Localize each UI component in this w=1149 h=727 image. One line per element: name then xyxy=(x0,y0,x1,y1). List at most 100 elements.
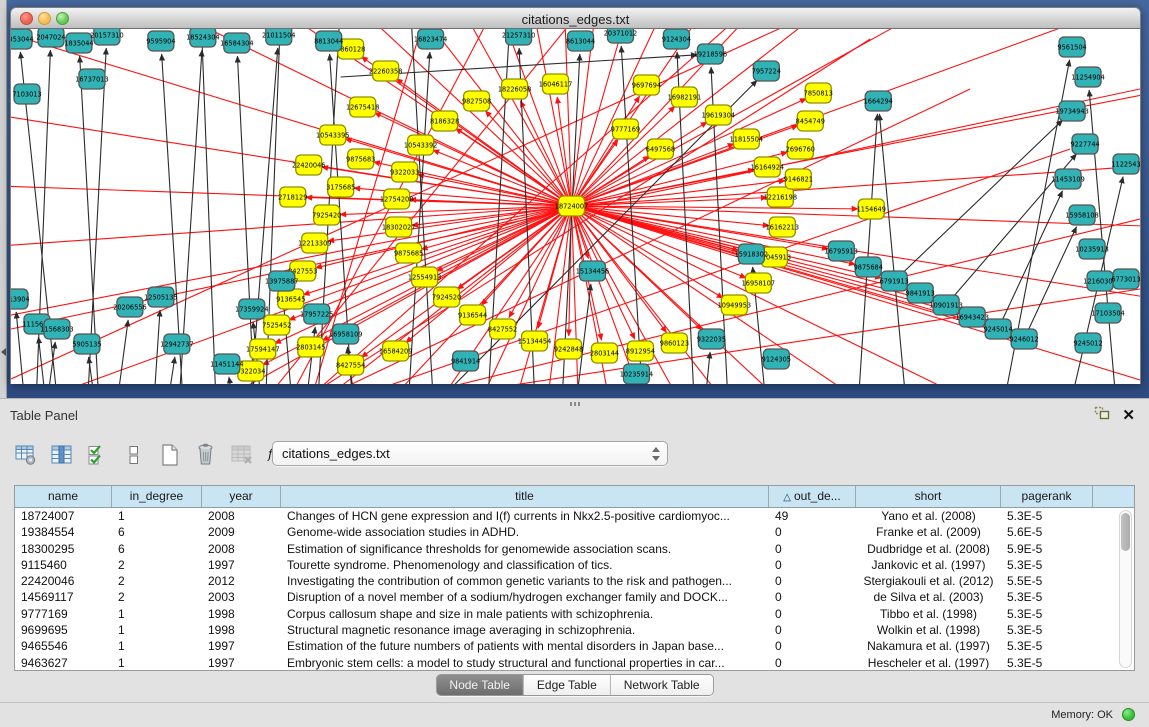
graph-node[interactable]: 9245012 xyxy=(1073,333,1102,353)
graph-node[interactable]: 2803145 xyxy=(296,337,325,357)
graph-node[interactable]: 12675418 xyxy=(346,97,379,117)
graph-node[interactable]: 2047024 xyxy=(36,29,65,47)
graph-node[interactable]: 20157310 xyxy=(90,29,123,45)
graph-node[interactable]: 16823474 xyxy=(414,29,447,49)
graph-node[interactable]: 16982191 xyxy=(668,87,701,107)
graph-node[interactable]: 9322033 xyxy=(390,162,419,182)
graph-node[interactable]: 7525452 xyxy=(262,315,291,335)
graph-node[interactable]: 8186328 xyxy=(430,111,459,131)
graph-node[interactable]: 2718129 xyxy=(278,187,307,207)
graph-node[interactable]: 16958109 xyxy=(329,324,362,344)
graph-node[interactable]: 9124305 xyxy=(762,349,791,369)
table-row[interactable]: 911546021997Tourette syndrome. Phenomeno… xyxy=(15,557,1134,573)
table-row[interactable]: 2242004622012Investigating the contribut… xyxy=(15,573,1134,589)
graph-node[interactable]: 19218596 xyxy=(694,44,727,64)
panel-resize-grip[interactable] xyxy=(570,402,580,406)
column-header-short[interactable]: short xyxy=(856,486,1001,507)
graph-node[interactable]: 21011504 xyxy=(262,29,295,45)
delete-column-icon[interactable] xyxy=(194,443,218,467)
graph-node[interactable]: 9136545 xyxy=(276,289,305,309)
graph-node[interactable]: 8427554 xyxy=(336,355,365,375)
graph-node[interactable]: 21257310 xyxy=(502,29,535,45)
show-column-icon[interactable] xyxy=(50,443,74,467)
graph-node[interactable]: 9146821 xyxy=(784,169,813,189)
graph-node[interactable]: 9697694 xyxy=(632,75,661,95)
graph-node[interactable]: 15918302 xyxy=(735,244,768,264)
graph-node[interactable]: 22420046 xyxy=(292,155,325,175)
graph-node[interactable]: 15134454 xyxy=(518,331,551,351)
graph-node[interactable]: 7925420 xyxy=(312,205,341,225)
graph-node[interactable]: 12554913 xyxy=(408,267,441,287)
table-row[interactable]: 977716911998Corpus callosum shape and si… xyxy=(15,606,1134,622)
graph-node[interactable]: 8613044 xyxy=(566,31,595,51)
table-row[interactable]: 946554611997Estimation of the future num… xyxy=(15,638,1134,654)
graph-node[interactable]: 13975887 xyxy=(265,271,298,291)
column-header-name[interactable]: name xyxy=(15,486,112,507)
clear-selection-icon[interactable] xyxy=(122,443,146,467)
close-panel-icon[interactable]: ✕ xyxy=(1122,409,1135,423)
delete-table-icon[interactable] xyxy=(230,443,254,467)
graph-node[interactable]: 10235913 xyxy=(1075,239,1108,259)
graph-node[interactable]: 22260358 xyxy=(369,61,402,81)
graph-node[interactable]: 11451144 xyxy=(210,354,243,374)
graph-node[interactable]: 9595904 xyxy=(146,31,175,51)
graph-node[interactable]: 6773013 xyxy=(1111,269,1140,289)
column-header-pagerank[interactable]: pagerank xyxy=(1001,486,1093,507)
graph-node[interactable]: 8813044 xyxy=(314,31,343,51)
new-table-icon[interactable] xyxy=(158,443,182,467)
graph-node[interactable]: 20371012 xyxy=(604,29,637,43)
graph-node[interactable]: 16737013 xyxy=(75,69,108,89)
tab-network-table[interactable]: Network Table xyxy=(611,675,713,695)
table-row[interactable]: 1830029562008Estimation of significance … xyxy=(15,541,1134,557)
graph-node[interactable]: 16584304 xyxy=(220,33,253,53)
graph-node[interactable]: 9875683 xyxy=(346,149,375,169)
graph-node[interactable]: 9777169 xyxy=(611,119,640,139)
graph-node[interactable]: 16162213 xyxy=(766,217,799,237)
graph-node[interactable]: 16943423 xyxy=(955,307,988,327)
graph-node[interactable]: 7924520 xyxy=(432,287,461,307)
tab-edge-table[interactable]: Edge Table xyxy=(524,675,611,695)
graph-node[interactable]: 9841914 xyxy=(451,351,480,371)
network-window-titlebar[interactable]: citations_edges.txt xyxy=(10,7,1141,29)
graph-node[interactable]: 9561504 xyxy=(1057,37,1086,57)
float-panel-icon[interactable] xyxy=(1094,406,1110,425)
graph-node[interactable]: 11254904 xyxy=(1071,67,1104,87)
scrollbar-thumb[interactable] xyxy=(1121,513,1130,551)
network-view-canvas[interactable]: 1604611718226058982750881863281054339293… xyxy=(10,29,1141,384)
graph-node[interactable]: 7957224 xyxy=(752,61,781,81)
graph-node[interactable]: 12213309 xyxy=(298,233,331,253)
table-row[interactable]: 1872400712008Changes of HCN gene express… xyxy=(15,508,1134,524)
table-row[interactable]: 1938455462009Genome-wide association stu… xyxy=(15,524,1134,540)
table-vertical-scrollbar[interactable] xyxy=(1119,510,1132,668)
graph-node[interactable]: 9841913 xyxy=(906,283,935,303)
collapse-panel-arrow-icon[interactable] xyxy=(1,348,6,356)
graph-node[interactable]: 12216198 xyxy=(764,187,797,207)
graph-node[interactable]: 3175685 xyxy=(326,177,355,197)
graph-node[interactable]: 9875684 xyxy=(854,257,883,277)
graph-node[interactable]: 10543392 xyxy=(404,135,437,155)
graph-node[interactable]: 16046117 xyxy=(539,74,572,94)
column-header-out-de-[interactable]: △out_de... xyxy=(769,486,856,507)
graph-node[interactable]: 1835044 xyxy=(64,33,93,53)
column-header-title[interactable]: title xyxy=(281,486,769,507)
graph-node[interactable]: 11453109 xyxy=(1051,169,1084,189)
graph-node[interactable]: 15134456 xyxy=(576,261,609,281)
graph-node[interactable]: 9136544 xyxy=(458,305,487,325)
graph-node[interactable]: 9245014 xyxy=(983,319,1012,339)
table-row[interactable]: 969969511998Structural magnetic resonanc… xyxy=(15,622,1134,638)
column-header-in-degree[interactable]: in_degree xyxy=(112,486,202,507)
graph-hub-node[interactable]: 18724007 xyxy=(555,196,588,216)
graph-node[interactable]: 12942737 xyxy=(160,334,193,354)
table-row[interactable]: 1456911722003Disruption of a novel membe… xyxy=(15,589,1134,605)
graph-node[interactable]: 1664294 xyxy=(864,91,893,111)
graph-node[interactable]: 9322035 xyxy=(697,329,726,349)
graph-node[interactable]: 10235914 xyxy=(620,364,653,384)
table-selector-dropdown[interactable]: citations_edges.txt xyxy=(272,441,668,466)
graph-node[interactable]: 2803144 xyxy=(590,343,619,363)
graph-node[interactable]: 17594147 xyxy=(246,339,279,359)
graph-node[interactable]: 1154649 xyxy=(857,199,886,219)
graph-node[interactable]: 16958107 xyxy=(742,273,775,293)
graph-node[interactable]: 15958108 xyxy=(1065,205,1098,225)
graph-node[interactable]: 6791913 xyxy=(880,271,909,291)
graph-node[interactable]: 6497568 xyxy=(646,139,675,159)
